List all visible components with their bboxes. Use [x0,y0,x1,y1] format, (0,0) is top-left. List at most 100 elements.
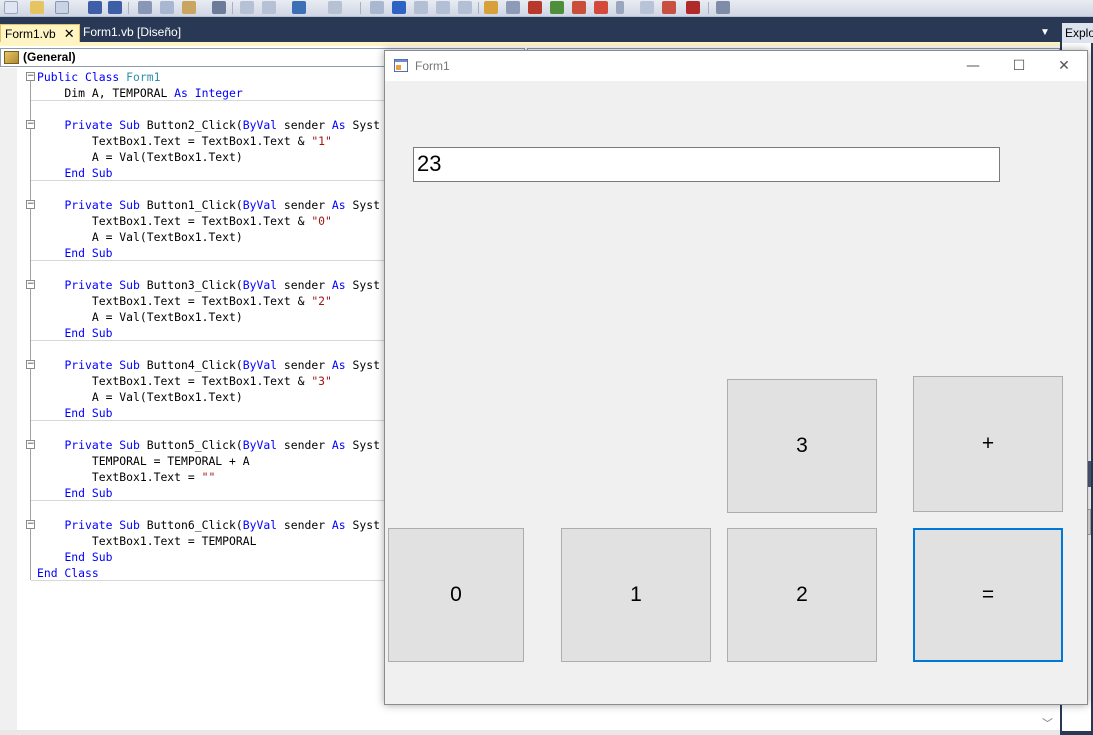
code-line[interactable]: TextBox1.Text = TextBox1.Text & "3" [37,373,380,389]
code-line[interactable]: TextBox1.Text = "" [37,469,380,485]
checkout-icon[interactable] [640,1,654,14]
save-all-icon[interactable] [108,1,122,14]
code-line[interactable]: End Sub [37,165,380,181]
toolbar-options-icon[interactable] [616,1,624,14]
code-line[interactable] [37,421,380,437]
stop-icon[interactable] [392,1,406,14]
code-token: TEMPORAL = TEMPORAL + A [37,454,250,468]
copy-icon[interactable] [160,1,174,14]
open-folder-icon[interactable] [30,1,44,14]
tools-icon[interactable] [528,1,542,14]
new-project-icon[interactable] [4,1,18,14]
uncomment-icon[interactable] [262,1,276,14]
step-out-icon[interactable] [458,1,472,14]
redo-icon[interactable] [328,1,342,14]
button-1[interactable]: 1 [561,528,711,662]
paste-icon[interactable] [182,1,196,14]
code-token: ByVal [242,198,278,212]
code-line[interactable]: Public Class Form1 [37,69,380,85]
toolbar-separator [478,2,479,14]
minimize-button[interactable]: — [950,51,996,81]
code-line[interactable]: Dim A, TEMPORAL As Integer [37,85,380,101]
code-line[interactable]: TextBox1.Text = TextBox1.Text & "2" [37,293,380,309]
code-token: A = Val(TextBox1.Text) [37,310,243,324]
fold-guide [30,81,31,580]
code-line[interactable]: End Class [37,565,380,581]
code-line[interactable]: End Sub [37,405,380,421]
close-icon[interactable]: ✕ [64,26,75,41]
code-token: TextBox1.Text = [37,470,202,484]
code-line[interactable]: End Sub [37,549,380,565]
extensions-icon[interactable] [686,1,700,14]
cut-icon[interactable] [138,1,152,14]
plus-button[interactable]: + [913,376,1063,512]
code-line[interactable]: End Sub [37,485,380,501]
button-2[interactable]: 2 [727,528,877,662]
step-into-icon[interactable] [414,1,428,14]
collapse-icon[interactable]: − [26,120,35,129]
window-titlebar[interactable]: Form1 — ☐ ✕ [385,51,1087,81]
code-line[interactable] [37,501,380,517]
code-line[interactable]: A = Val(TextBox1.Text) [37,309,380,325]
code-line[interactable]: End Sub [37,245,380,261]
error-list-icon[interactable] [594,1,608,14]
code-line[interactable]: End Sub [37,325,380,341]
display-textbox[interactable]: 23 [413,147,1000,182]
undo-icon[interactable] [292,1,306,14]
code-line[interactable]: Private Sub Button6_Click(ByVal sender A… [37,517,380,533]
find-icon[interactable] [212,1,226,14]
panel-title[interactable]: Explo [1062,23,1093,43]
code-token: A = Val(TextBox1.Text) [37,390,243,404]
tab-form1-vb[interactable]: Form1.vb ✕ [0,24,80,42]
code-line[interactable]: TextBox1.Text = TEMPORAL [37,533,380,549]
code-token: Dim A, TEMPORAL [37,86,175,100]
start-debug-icon[interactable] [370,1,384,14]
code-line[interactable]: Private Sub Button5_Click(ByVal sender A… [37,437,380,453]
collapse-icon[interactable]: − [26,200,35,209]
code-line[interactable]: A = Val(TextBox1.Text) [37,229,380,245]
scroll-down-icon[interactable]: ﹀ [1042,715,1053,731]
code-line[interactable]: A = Val(TextBox1.Text) [37,389,380,405]
object-browser-icon[interactable] [550,1,564,14]
code-line[interactable]: TextBox1.Text = TextBox1.Text & "0" [37,213,380,229]
properties-icon[interactable] [506,1,520,14]
window-title: Form1 [415,59,450,73]
code-line[interactable] [37,101,380,117]
button-3[interactable]: 3 [727,379,877,513]
code-line[interactable]: Private Sub Button3_Click(ByVal sender A… [37,277,380,293]
save-icon[interactable] [88,1,102,14]
collapse-icon[interactable]: − [26,360,35,369]
close-button[interactable]: ✕ [1041,51,1087,81]
status-bar [0,730,1060,735]
collapse-icon[interactable]: − [26,440,35,449]
code-line[interactable]: TextBox1.Text = TextBox1.Text & "1" [37,133,380,149]
collapse-icon[interactable]: − [26,280,35,289]
code-token: Syst [345,118,380,132]
add-toolbar-button-icon[interactable] [716,1,730,14]
step-over-icon[interactable] [436,1,450,14]
code-token: Button1_Click( [146,198,243,212]
code-text[interactable]: Public Class Form1 Dim A, TEMPORAL As In… [37,69,380,581]
code-line[interactable] [37,181,380,197]
equals-button[interactable]: = [913,528,1063,662]
collapse-icon[interactable]: − [26,72,35,81]
toolbox-icon[interactable] [572,1,586,14]
code-line[interactable]: Private Sub Button4_Click(ByVal sender A… [37,357,380,373]
window-layout-icon[interactable] [662,1,676,14]
code-line[interactable] [37,261,380,277]
form1-window: Form1 — ☐ ✕ 23 3 + 0 1 2 = [384,50,1088,705]
collapse-icon[interactable]: − [26,520,35,529]
add-item-icon[interactable] [55,1,69,14]
code-token: A = Val(TextBox1.Text) [37,150,243,164]
tab-form1-design[interactable]: Form1.vb [Diseño] [79,24,185,42]
button-0[interactable]: 0 [388,528,524,662]
chevron-down-icon[interactable]: ▼ [1040,27,1050,38]
code-line[interactable]: Private Sub Button1_Click(ByVal sender A… [37,197,380,213]
code-line[interactable]: A = Val(TextBox1.Text) [37,149,380,165]
solution-explorer-icon[interactable] [484,1,498,14]
comment-icon[interactable] [240,1,254,14]
code-line[interactable]: Private Sub Button2_Click(ByVal sender A… [37,117,380,133]
maximize-button[interactable]: ☐ [996,51,1042,81]
code-line[interactable] [37,341,380,357]
code-line[interactable]: TEMPORAL = TEMPORAL + A [37,453,380,469]
